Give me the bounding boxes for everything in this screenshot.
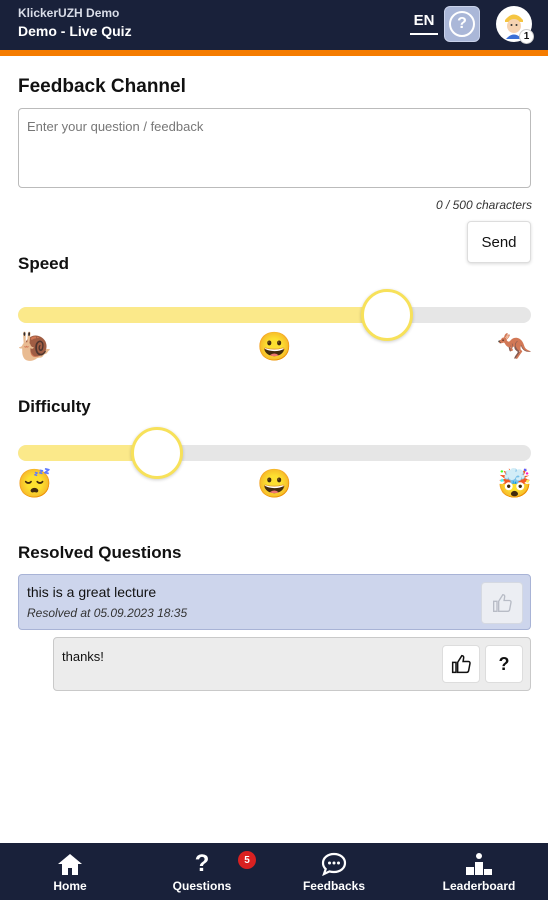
response-text: thanks! <box>62 649 104 664</box>
resolved-question-card: this is a great lecture Resolved at 05.0… <box>18 574 531 630</box>
difficulty-slider-track[interactable] <box>18 445 531 461</box>
nav-leaderboard[interactable]: Leaderboard <box>440 843 518 900</box>
podium-icon <box>465 851 493 877</box>
speed-slider-fill <box>18 307 388 323</box>
avatar[interactable]: 1 <box>496 6 534 44</box>
nav-home[interactable]: Home <box>40 843 100 900</box>
questions-count-badge: 5 <box>238 851 256 869</box>
language-switch[interactable]: EN <box>410 12 438 35</box>
nav-home-label: Home <box>53 879 87 893</box>
kangaroo-icon: 🦘 <box>497 331 532 362</box>
response-thumbs-up-button[interactable] <box>442 645 480 683</box>
session-title: Demo - Live Quiz <box>18 23 132 39</box>
exploding-head-icon: 🤯 <box>497 468 532 499</box>
snail-icon: 🐌 <box>17 331 52 362</box>
help-button[interactable]: ? <box>444 6 480 42</box>
header-accent-line <box>0 50 548 56</box>
send-button[interactable]: Send <box>467 221 531 263</box>
question-text: this is a great lecture <box>27 584 157 600</box>
grinning-face-icon: 😀 <box>257 468 292 499</box>
thumbs-up-icon <box>451 654 471 674</box>
app-name: KlickerUZH Demo <box>18 6 120 20</box>
speed-title: Speed <box>18 254 70 273</box>
bottom-navigation: Home ? Questions 5 Feedbacks Leaderboard <box>0 843 548 900</box>
speed-slider-handle[interactable] <box>361 289 414 341</box>
nav-feedbacks-label: Feedbacks <box>302 879 366 893</box>
feedback-channel-title: Feedback Channel <box>18 76 186 97</box>
question-icon: ? <box>194 850 210 877</box>
thumbs-up-icon <box>493 593 512 612</box>
question-mark-icon: ? <box>498 653 510 674</box>
home-icon <box>57 851 83 877</box>
nav-questions[interactable]: ? Questions <box>168 843 236 900</box>
nav-feedbacks[interactable]: Feedbacks <box>300 843 368 900</box>
speed-slider-track[interactable] <box>18 307 531 323</box>
difficulty-title: Difficulty <box>18 397 91 416</box>
level-badge: 1 <box>519 29 534 44</box>
chat-icon <box>321 851 347 877</box>
character-counter: 0 / 500 characters <box>435 198 532 212</box>
sleeping-face-icon: 😴 <box>17 468 52 499</box>
top-bar: KlickerUZH Demo Demo - Live Quiz EN ? 1 <box>0 0 548 50</box>
resolved-timestamp: Resolved at 05.09.2023 18:35 <box>27 606 188 620</box>
response-unclear-button[interactable]: ? <box>485 645 523 683</box>
feedback-input[interactable] <box>18 108 531 188</box>
nav-leaderboard-label: Leaderboard <box>442 879 516 893</box>
grinning-face-icon: 😀 <box>257 331 292 362</box>
response-card: thanks! ? <box>53 637 531 691</box>
upvote-button[interactable] <box>481 582 523 624</box>
help-icon: ? <box>449 11 475 37</box>
resolved-questions-title: Resolved Questions <box>18 543 182 562</box>
nav-questions-label: Questions <box>172 879 232 893</box>
difficulty-slider-handle[interactable] <box>130 427 183 479</box>
